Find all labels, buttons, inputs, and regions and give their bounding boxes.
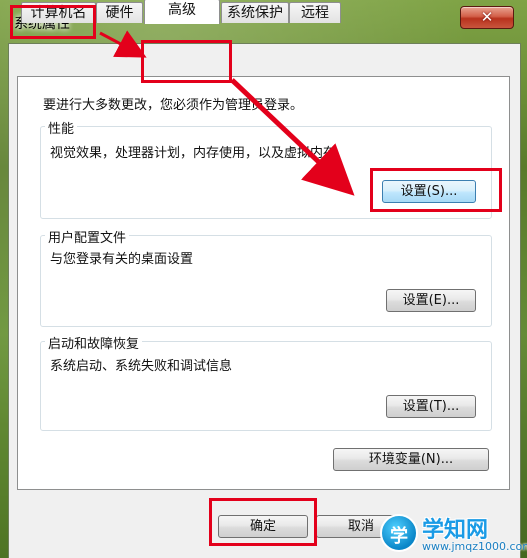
startup-recovery-settings-button[interactable]: 设置(T)... [386, 395, 476, 418]
ok-button[interactable]: 确定 [218, 515, 308, 538]
watermark-icon: 学 [380, 514, 418, 552]
tab-remote[interactable]: 远程 [289, 2, 341, 23]
watermark-logo: 学 学知网 www.jmqz1000.com [378, 510, 527, 558]
close-icon: ✕ [480, 8, 494, 26]
tab-advanced[interactable]: 高级 [144, 0, 220, 24]
environment-variables-button[interactable]: 环境变量(N)... [333, 448, 489, 471]
tab-label: 计算机名 [30, 5, 87, 21]
group-startup-recovery-description: 系统启动、系统失败和调试信息 [50, 359, 233, 374]
group-user-profiles-description: 与您登录有关的桌面设置 [50, 252, 194, 267]
tab-hardware[interactable]: 硬件 [96, 2, 143, 23]
user-profiles-settings-button[interactable]: 设置(E)... [386, 289, 476, 312]
admin-notice: 要进行大多数更改，您必须作为管理员登录。 [43, 98, 304, 113]
window-frame: 系统属性 ✕ 计算机名 硬件 高级 系统保护 远程 要进行大多数更改，您必须作为… [0, 0, 527, 558]
close-button[interactable]: ✕ [460, 6, 514, 29]
group-performance [40, 126, 492, 219]
group-performance-label: 性能 [45, 118, 78, 137]
tab-label: 远程 [301, 5, 329, 21]
tab-label: 高级 [168, 2, 196, 18]
watermark-url: www.jmqz1000.com [422, 540, 527, 553]
tab-label: 系统保护 [227, 5, 283, 21]
group-user-profiles-label: 用户配置文件 [45, 227, 130, 246]
tab-system-protection[interactable]: 系统保护 [221, 2, 289, 23]
tab-computer-name[interactable]: 计算机名 [21, 2, 96, 23]
group-startup-recovery-label: 启动和故障恢复 [45, 333, 143, 352]
performance-settings-button[interactable]: 设置(S)... [382, 180, 476, 203]
group-performance-description: 视觉效果，处理器计划，内存使用，以及虚拟内存 [50, 146, 337, 161]
tab-label: 硬件 [105, 5, 134, 21]
watermark-icon-char: 学 [390, 526, 408, 547]
